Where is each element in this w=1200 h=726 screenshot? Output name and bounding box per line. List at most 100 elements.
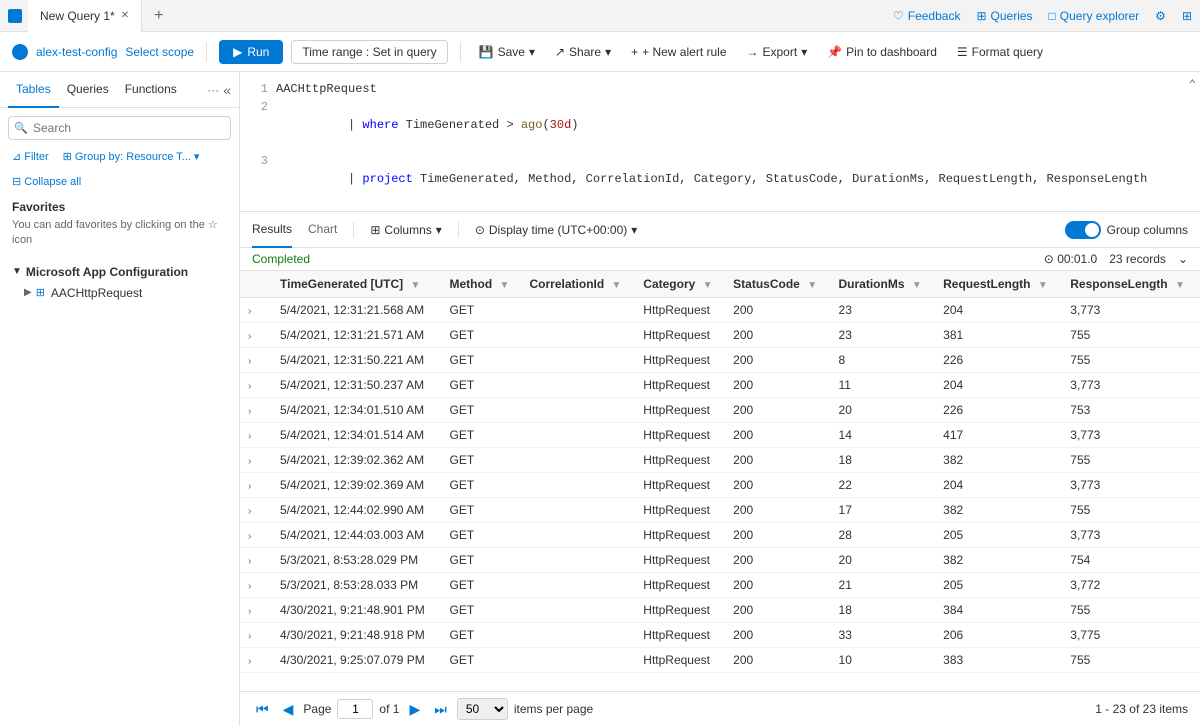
select-scope-btn[interactable]: Select scope xyxy=(125,45,194,59)
row-expand-btn[interactable]: › xyxy=(248,356,251,367)
sidebar-filters: ⊿ Filter ⊞ Group by: Resource T... ▾ xyxy=(0,148,239,171)
tree-item-aachttprequest[interactable]: ▶ ⊞ AACHttpRequest xyxy=(0,283,239,303)
table-cell: 20 xyxy=(831,548,936,573)
col-header-durationms[interactable]: DurationMs ▼ xyxy=(831,271,936,298)
collapse-all-btn[interactable]: ⊟ Collapse all xyxy=(0,171,239,192)
editor-line-2: 2 | where TimeGenerated > ago(30d) xyxy=(240,98,1200,152)
requestlength-filter-icon[interactable]: ▼ xyxy=(1038,280,1048,291)
col-header-responselength[interactable]: ResponseLength ▼ xyxy=(1062,271,1200,298)
columns-btn[interactable]: ⊞ Columns ▾ xyxy=(370,223,441,237)
sidebar-tab-functions[interactable]: Functions xyxy=(117,72,185,108)
share-btn[interactable]: ↗ Share ▾ xyxy=(549,41,617,63)
next-page-btn[interactable]: ▶ xyxy=(405,701,424,718)
editor-area[interactable]: 1 AACHttpRequest 2 | where TimeGenerated… xyxy=(240,72,1200,212)
export-btn[interactable]: → Export ▾ xyxy=(741,41,814,63)
method-filter-icon[interactable]: ▼ xyxy=(500,280,510,291)
results-tab-results[interactable]: Results xyxy=(252,212,292,248)
table-cell: 226 xyxy=(935,348,1062,373)
table-cell: 33 xyxy=(831,623,936,648)
col-header-method[interactable]: Method ▼ xyxy=(442,271,522,298)
group-columns-toggle-switch[interactable] xyxy=(1065,221,1101,239)
format-query-btn[interactable]: ☰ Format query xyxy=(951,41,1049,63)
table-cell: 4/30/2021, 9:25:07.079 PM xyxy=(272,648,442,673)
new-tab-btn[interactable]: + xyxy=(148,7,169,25)
search-input[interactable] xyxy=(8,116,231,140)
line-content-1: AACHttpRequest xyxy=(276,80,377,98)
row-expand-btn[interactable]: › xyxy=(248,406,251,417)
editor-collapse-btn[interactable]: ⌃ xyxy=(1189,76,1196,94)
sidebar-tab-tables[interactable]: Tables xyxy=(8,72,59,108)
row-expand-btn[interactable]: › xyxy=(248,506,251,517)
save-btn[interactable]: 💾 Save ▾ xyxy=(473,41,541,63)
new-alert-btn[interactable]: + + New alert rule xyxy=(625,41,732,63)
row-expand-btn[interactable]: › xyxy=(248,606,251,617)
row-expand-btn[interactable]: › xyxy=(248,481,251,492)
results-tab-chart[interactable]: Chart xyxy=(308,212,337,248)
expand-results-btn[interactable]: ⌄ xyxy=(1178,252,1188,266)
category-filter-icon[interactable]: ▼ xyxy=(703,280,713,291)
table-cell: 5/4/2021, 12:39:02.362 AM xyxy=(272,448,442,473)
display-time-btn[interactable]: ⊙ Display time (UTC+00:00) ▾ xyxy=(475,223,637,237)
export-label: Export xyxy=(763,45,798,59)
sidebar-more-btn[interactable]: ··· xyxy=(207,83,219,97)
tree-section-header[interactable]: ▼ Microsoft App Configuration xyxy=(0,261,239,283)
table-cell: 384 xyxy=(935,598,1062,623)
row-expand-btn[interactable]: › xyxy=(248,431,251,442)
row-expand-btn[interactable]: › xyxy=(248,656,251,667)
tree-caret: ▼ xyxy=(12,266,22,277)
layout-icon[interactable]: ⊞ xyxy=(1182,9,1192,23)
run-button[interactable]: ▶ Run xyxy=(219,40,283,64)
col-header-category[interactable]: Category ▼ xyxy=(635,271,725,298)
sidebar-search-area: 🔍 xyxy=(0,108,239,148)
row-expand-btn[interactable]: › xyxy=(248,306,251,317)
group-by-btn[interactable]: ⊞ Group by: Resource T... ▾ xyxy=(59,148,204,165)
filter-btn[interactable]: ⊿ Filter xyxy=(8,148,53,165)
table-cell: GET xyxy=(442,373,522,398)
row-expand-btn[interactable]: › xyxy=(248,581,251,592)
pin-dashboard-btn[interactable]: 📌 Pin to dashboard xyxy=(821,41,943,63)
search-wrap: 🔍 xyxy=(8,116,231,140)
table-cell xyxy=(522,623,636,648)
table-cell: 5/4/2021, 12:31:50.237 AM xyxy=(272,373,442,398)
sidebar-collapse-btn[interactable]: « xyxy=(223,82,231,98)
correlationid-filter-icon[interactable]: ▼ xyxy=(612,280,622,291)
page-input[interactable] xyxy=(337,699,373,719)
table-cell: 755 xyxy=(1062,498,1200,523)
queries-btn[interactable]: ⊞ Queries xyxy=(976,9,1032,23)
config-label[interactable]: alex-test-config xyxy=(36,45,117,59)
col-header-requestlength[interactable]: RequestLength ▼ xyxy=(935,271,1062,298)
settings-icon[interactable]: ⚙ xyxy=(1155,9,1166,23)
table-cell: 3,773 xyxy=(1062,523,1200,548)
table-cell: GET xyxy=(442,398,522,423)
time-range-btn[interactable]: Time range : Set in query xyxy=(291,40,447,64)
query-explorer-btn[interactable]: □ Query explorer xyxy=(1049,9,1140,23)
row-expand-btn[interactable]: › xyxy=(248,331,251,342)
col-header-timegen[interactable]: TimeGenerated [UTC] ▼ xyxy=(272,271,442,298)
col-header-statuscode[interactable]: StatusCode ▼ xyxy=(725,271,830,298)
row-expand-btn[interactable]: › xyxy=(248,456,251,467)
row-expand-btn[interactable]: › xyxy=(248,631,251,642)
active-tab[interactable]: New Query 1* ✕ xyxy=(28,0,142,32)
sidebar-tab-queries[interactable]: Queries xyxy=(59,72,117,108)
row-expand-btn[interactable]: › xyxy=(248,531,251,542)
pin-icon: 📌 xyxy=(827,45,842,59)
prev-page-btn[interactable]: ◀ xyxy=(279,701,298,718)
table-cell: 226 xyxy=(935,398,1062,423)
durationms-filter-icon[interactable]: ▼ xyxy=(912,280,922,291)
table-cell xyxy=(522,398,636,423)
timegen-filter-icon[interactable]: ▼ xyxy=(410,280,420,291)
last-page-btn[interactable]: ⏭ xyxy=(430,701,451,718)
statuscode-filter-icon[interactable]: ▼ xyxy=(807,280,817,291)
tab-close-btn[interactable]: ✕ xyxy=(121,10,129,21)
items-per-page-select[interactable]: 50 100 200 xyxy=(457,698,508,720)
row-expand-btn[interactable]: › xyxy=(248,381,251,392)
table-cell: 204 xyxy=(935,373,1062,398)
table-row: ›5/4/2021, 12:44:02.990 AMGETHttpRequest… xyxy=(240,498,1200,523)
feedback-btn[interactable]: ♡ Feedback xyxy=(893,9,960,23)
table-cell: 205 xyxy=(935,573,1062,598)
col-header-correlationid[interactable]: CorrelationId ▼ xyxy=(522,271,636,298)
first-page-btn[interactable]: ⏮ xyxy=(252,701,273,718)
table-cell: 3,773 xyxy=(1062,298,1200,323)
row-expand-btn[interactable]: › xyxy=(248,556,251,567)
responselength-filter-icon[interactable]: ▼ xyxy=(1175,280,1185,291)
